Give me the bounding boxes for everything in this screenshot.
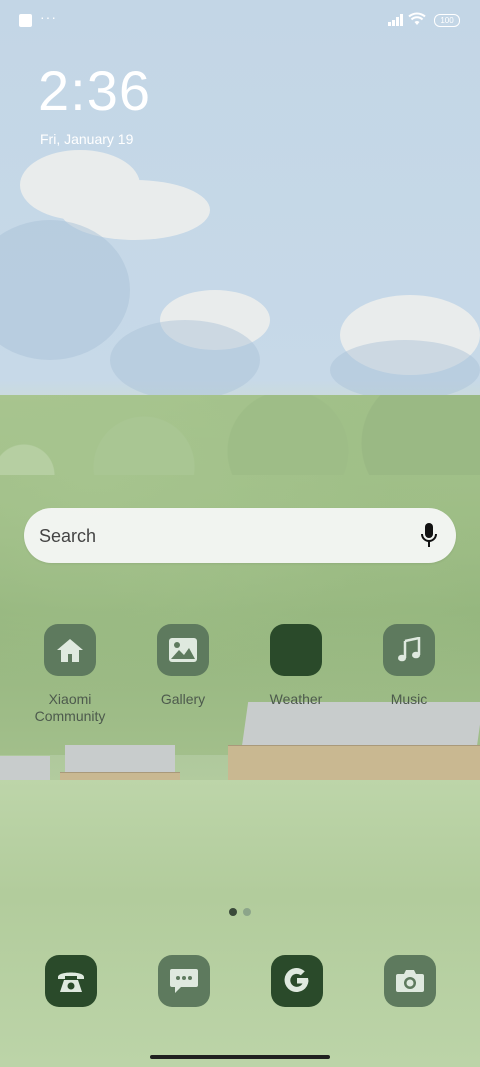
app-xiaomi-community[interactable]: Xiaomi Community [22, 624, 118, 725]
app-label: Gallery [160, 691, 206, 707]
app-label: Weather [269, 691, 323, 707]
app-label: Music [390, 691, 428, 707]
image-icon [169, 638, 197, 662]
home-screen: ··· 100 2:36 Fri, January 19 Search Xiao… [0, 0, 480, 1067]
microphone-icon[interactable] [420, 523, 438, 549]
app-icon-tile[interactable] [157, 624, 209, 676]
status-bar: ··· 100 [0, 0, 480, 40]
app-weather[interactable]: Weather [248, 624, 344, 708]
signal-icon [388, 14, 403, 26]
search-bar[interactable]: Search [24, 508, 456, 563]
notification-icon [19, 14, 32, 27]
page-indicator[interactable] [243, 908, 251, 916]
more-notifications-indicator: ··· [40, 9, 57, 25]
page-indicator-active[interactable] [229, 908, 237, 916]
message-icon [170, 969, 198, 993]
dock-phone[interactable] [45, 955, 97, 1007]
google-icon [284, 968, 309, 993]
clock-date[interactable]: Fri, January 19 [40, 131, 133, 147]
dock-google[interactable] [271, 955, 323, 1007]
battery-indicator: 100 [434, 14, 460, 27]
music-note-icon [398, 637, 421, 662]
app-label: Xiaomi Community [34, 691, 106, 724]
app-icon-tile[interactable] [383, 624, 435, 676]
camera-icon [396, 970, 424, 992]
home-icon [57, 639, 83, 662]
dock-messages[interactable] [158, 955, 210, 1007]
phone-icon [58, 972, 84, 992]
app-gallery[interactable]: Gallery [135, 624, 231, 708]
app-icon-tile[interactable] [270, 624, 322, 676]
app-music[interactable]: Music [361, 624, 457, 708]
search-label: Search [39, 526, 97, 546]
home-indicator-bar[interactable] [150, 1055, 330, 1059]
wifi-icon [408, 12, 426, 25]
clock-time[interactable]: 2:36 [38, 58, 151, 123]
app-icon-tile[interactable] [44, 624, 96, 676]
dock-camera[interactable] [384, 955, 436, 1007]
